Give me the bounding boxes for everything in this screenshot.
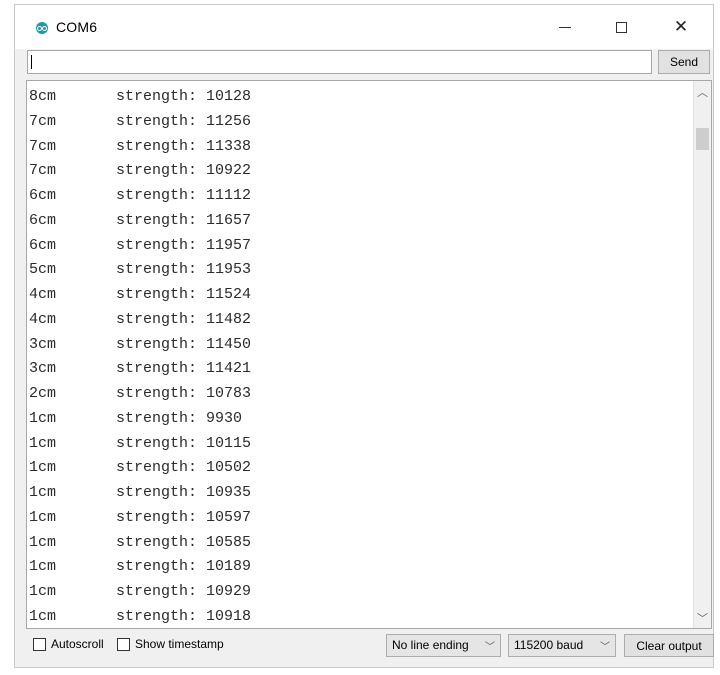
strength-value: strength: 10115 xyxy=(116,434,252,452)
strength-value: strength: 11957 xyxy=(116,236,252,254)
strength-value: strength: 10502 xyxy=(116,459,252,477)
strength-value: strength: 11256 xyxy=(116,112,252,130)
strength-value: strength: 9930 xyxy=(116,409,243,427)
strength-value: strength: 11482 xyxy=(116,310,252,328)
timestamp-checkbox[interactable] xyxy=(117,638,130,651)
maximize-icon xyxy=(615,21,627,33)
chevron-down-icon: ﹀ xyxy=(600,642,610,653)
arduino-icon xyxy=(36,22,48,34)
title-bar: COM6 ✕ xyxy=(15,5,713,49)
output-line: 2cm strength: 10783 xyxy=(29,382,251,407)
distance-value: 1cm xyxy=(29,607,57,625)
distance-value: 7cm xyxy=(29,137,57,155)
output-line: 7cm strength: 11338 xyxy=(29,135,251,160)
output-line: 7cm strength: 10922 xyxy=(29,159,251,184)
distance-value: 4cm xyxy=(29,310,57,328)
strength-value: strength: 11657 xyxy=(116,211,252,229)
baud-rate-value: 115200 baud xyxy=(514,638,584,652)
clear-output-button[interactable]: Clear output xyxy=(624,634,714,657)
distance-value: 7cm xyxy=(29,162,57,180)
strength-value: strength: 10922 xyxy=(116,162,252,180)
autoscroll-checkbox[interactable] xyxy=(33,638,46,651)
maximize-button[interactable] xyxy=(601,12,641,42)
strength-value: strength: 11338 xyxy=(116,137,252,155)
strength-value: strength: 10189 xyxy=(116,558,252,576)
output-line: 6cm strength: 11112 xyxy=(29,184,251,209)
output-line: 1cm strength: 10115 xyxy=(29,432,251,457)
strength-value: strength: 11112 xyxy=(116,187,252,204)
distance-value: 1cm xyxy=(29,583,57,600)
distance-value: 3cm xyxy=(29,335,57,353)
output-line: 4cm strength: 11482 xyxy=(29,308,251,333)
line-ending-select[interactable]: No line ending ﹀ xyxy=(386,634,501,657)
line-ending-value: No line ending xyxy=(392,638,469,652)
distance-value: 1cm xyxy=(29,533,57,551)
output-line: 1cm strength: 10929 xyxy=(29,580,251,605)
vertical-scrollbar[interactable]: ︿ ﹀ xyxy=(693,81,711,628)
distance-value: 1cm xyxy=(29,459,57,477)
autoscroll-label: Autoscroll xyxy=(51,637,104,651)
distance-value: 1cm xyxy=(29,434,57,452)
strength-value: strength: 10929 xyxy=(116,583,252,600)
output-line: 4cm strength: 11524 xyxy=(29,283,251,308)
serial-monitor-window: COM6 ✕ Send 8cm strength: 10128 7cm strengt… xyxy=(14,4,714,668)
scroll-down-icon[interactable]: ﹀ xyxy=(694,609,711,626)
output-line: 8cm strength: 10128 xyxy=(29,85,251,110)
distance-value: 6cm xyxy=(29,211,57,229)
distance-value: 1cm xyxy=(29,508,57,526)
output-line: 6cm strength: 11957 xyxy=(29,234,251,259)
output-line: 1cm strength: 10502 xyxy=(29,456,251,481)
output-line: 1cm strength: 10585 xyxy=(29,531,251,556)
distance-value: 1cm xyxy=(29,409,57,427)
minimize-button[interactable] xyxy=(545,12,585,42)
strength-value: strength: 11450 xyxy=(116,335,252,353)
scroll-up-icon[interactable]: ︿ xyxy=(694,83,711,100)
serial-input[interactable] xyxy=(27,50,652,74)
strength-value: strength: 10585 xyxy=(116,533,252,551)
strength-value: strength: 11421 xyxy=(116,360,252,378)
output-line: 3cm strength: 11450 xyxy=(29,333,251,358)
distance-value: 7cm xyxy=(29,112,57,130)
distance-value: 2cm xyxy=(29,385,57,402)
send-button[interactable]: Send xyxy=(658,50,710,74)
strength-value: strength: 10128 xyxy=(116,88,252,105)
scroll-thumb[interactable] xyxy=(696,128,709,150)
output-line: 5cm strength: 11953 xyxy=(29,258,251,283)
output-line: 3cm strength: 11421 xyxy=(29,357,251,382)
serial-output[interactable]: 8cm strength: 10128 7cm strength: 11256 7cm s… xyxy=(26,80,712,629)
distance-value: 4cm xyxy=(29,286,57,303)
strength-value: strength: 10783 xyxy=(116,385,252,402)
baud-rate-select[interactable]: 115200 baud ﹀ xyxy=(508,634,616,657)
distance-value: 6cm xyxy=(29,187,57,204)
output-line: 1cm strength: 10189 xyxy=(29,555,251,580)
strength-value: strength: 10935 xyxy=(116,484,252,501)
minimize-icon xyxy=(559,26,571,28)
output-line: 1cm strength: 10935 xyxy=(29,481,251,506)
output-line: 1cm strength: 10918 xyxy=(29,605,252,628)
close-button[interactable]: ✕ xyxy=(661,12,701,42)
distance-value: 1cm xyxy=(29,484,57,501)
strength-value: strength: 11524 xyxy=(116,286,252,303)
window-title: COM6 xyxy=(56,19,98,35)
send-row: Send xyxy=(27,50,711,76)
strength-value: strength: 11953 xyxy=(116,261,252,279)
distance-value: 1cm xyxy=(29,558,57,576)
timestamp-label: Show timestamp xyxy=(135,637,224,651)
close-icon: ✕ xyxy=(673,17,689,36)
status-bar: Autoscroll Show timestamp No line ending… xyxy=(27,632,717,660)
output-line: 7cm strength: 11256 xyxy=(29,110,251,135)
distance-value: 8cm xyxy=(29,88,57,105)
output-lines: 8cm strength: 10128 7cm strength: 11256 7cm s… xyxy=(29,85,252,628)
strength-value: strength: 10918 xyxy=(116,607,252,625)
distance-value: 3cm xyxy=(29,360,57,378)
output-line: 1cm strength: 9930 xyxy=(29,407,251,432)
text-cursor xyxy=(31,55,32,69)
strength-value: strength: 10597 xyxy=(116,508,252,526)
distance-value: 6cm xyxy=(29,236,57,254)
chevron-down-icon: ﹀ xyxy=(485,642,495,653)
output-line: 6cm strength: 11657 xyxy=(29,209,251,234)
distance-value: 5cm xyxy=(29,261,57,279)
output-line: 1cm strength: 10597 xyxy=(29,506,251,531)
